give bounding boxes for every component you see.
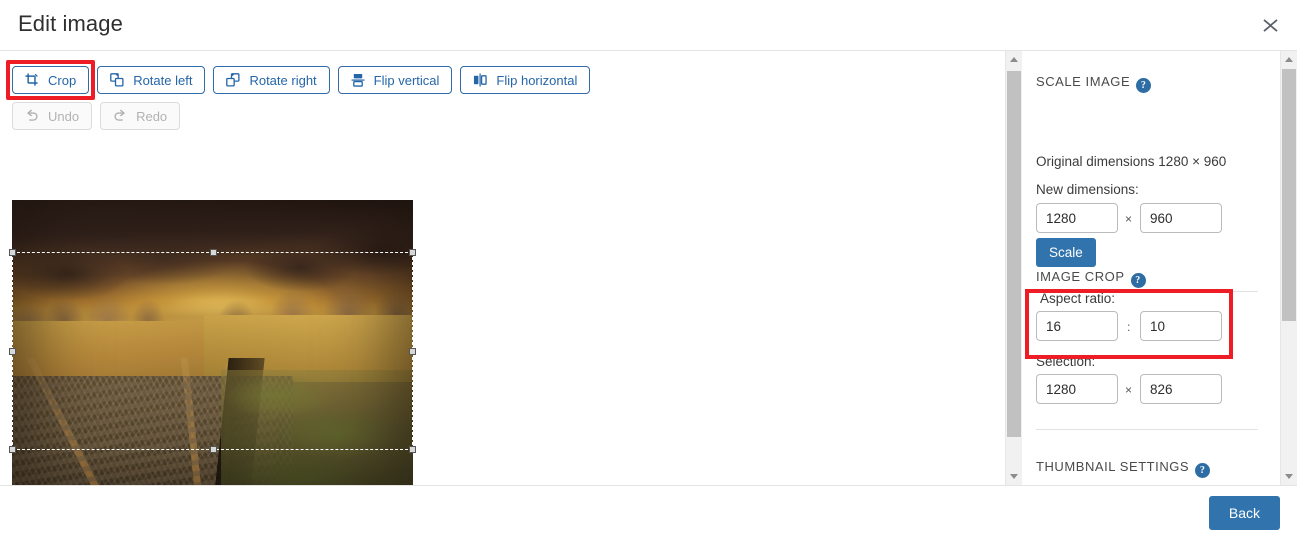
redo-icon [113,109,127,123]
scroll-down-arrow-icon[interactable] [1006,468,1022,485]
crop-handle-bottom-center[interactable] [209,446,217,453]
crop-button-label: Crop [48,72,77,88]
dialog-header: Edit image [0,0,1297,51]
selection-label: Selection: [1036,354,1096,369]
original-dimensions-text: Original dimensions 1280 × 960 [1036,154,1227,169]
settings-panel-scrollbar-thumb[interactable] [1282,69,1296,321]
editor-scrollbar-thumb[interactable] [1007,71,1021,437]
crop-handle-top-right[interactable] [409,249,416,256]
selection-height-input[interactable] [1140,374,1222,404]
settings-panel: SCALE IMAGE? Original dimensions 1280 × … [1022,51,1280,485]
new-dimensions-label: New dimensions: [1036,182,1139,197]
image-crop-section-title: IMAGE CROP? [1036,269,1146,288]
redo-button[interactable]: Redo [100,102,181,130]
dialog-footer: Back [0,485,1297,539]
crop-handle-middle-left[interactable] [9,348,16,355]
help-icon[interactable]: ? [1130,273,1146,288]
crop-handle-top-left[interactable] [9,249,16,256]
flip-horizontal-icon [473,73,488,87]
crop-handle-bottom-left[interactable] [9,446,16,453]
aspect-ratio-separator: : [1127,320,1131,334]
page-title: Edit image [18,11,123,36]
flip-vertical-button[interactable]: Flip vertical [337,66,453,94]
history-button-row: Undo Redo [12,102,972,130]
aspect-ratio-width-input[interactable] [1036,311,1118,341]
dialog-body: Crop Rotate left Rotate right Flip verti… [0,51,1297,485]
aspect-ratio-label: Aspect ratio: [1040,291,1116,306]
scroll-up-arrow-icon[interactable] [1006,51,1022,68]
image-editor-pane: Crop Rotate left Rotate right Flip verti… [0,51,1005,485]
crop-handle-middle-right[interactable] [409,348,416,355]
settings-panel-scrollbar[interactable] [1280,51,1297,485]
selection-separator: × [1125,383,1133,397]
aspect-ratio-height-input[interactable] [1140,311,1222,341]
flip-vertical-icon [351,73,365,87]
undo-button[interactable]: Undo [12,102,93,130]
scroll-down-arrow-icon[interactable] [1281,468,1297,485]
rotate-right-label: Rotate right [249,72,317,88]
help-icon[interactable]: ? [1136,78,1152,93]
thumbnail-settings-section-title: THUMBNAIL SETTINGS? [1036,459,1211,478]
flip-horizontal-button[interactable]: Flip horizontal [460,66,591,94]
undo-icon [25,109,39,123]
crop-handle-bottom-right[interactable] [409,446,416,453]
back-button[interactable]: Back [1208,496,1280,530]
redo-label: Redo [136,108,168,124]
crop-selection[interactable] [9,249,416,453]
rotate-left-button[interactable]: Rotate left [97,66,206,94]
flip-horizontal-label: Flip horizontal [496,72,578,88]
image-canvas[interactable] [9,200,416,485]
scale-width-input[interactable] [1036,203,1118,233]
rotate-right-icon [226,73,240,87]
rotate-left-label: Rotate left [133,72,193,88]
scale-button[interactable]: Scale [1036,238,1096,267]
undo-label: Undo [48,108,80,124]
crop-icon [25,73,39,87]
crop-button[interactable]: Crop [12,66,90,94]
scale-image-section-title: SCALE IMAGE? [1036,74,1152,93]
crop-handle-top-center[interactable] [209,249,217,256]
editor-toolbar: Crop Rotate left Rotate right Flip verti… [5,60,972,138]
scale-height-input[interactable] [1140,203,1222,233]
flip-vertical-label: Flip vertical [373,72,440,88]
close-icon[interactable] [1253,8,1287,42]
selection-width-input[interactable] [1036,374,1118,404]
scale-dimension-separator: × [1125,212,1133,226]
transform-button-row: Crop Rotate left Rotate right Flip verti… [5,60,972,100]
crop-button-highlight: Crop [5,60,96,100]
edit-image-dialog: Edit image Crop Rotate left Rotate right… [0,0,1297,539]
scroll-up-arrow-icon[interactable] [1281,51,1297,68]
rotate-left-icon [110,73,124,87]
divider [1036,429,1258,430]
help-icon[interactable]: ? [1195,463,1211,478]
editor-scrollbar[interactable] [1005,51,1022,485]
rotate-right-button[interactable]: Rotate right [213,66,330,94]
